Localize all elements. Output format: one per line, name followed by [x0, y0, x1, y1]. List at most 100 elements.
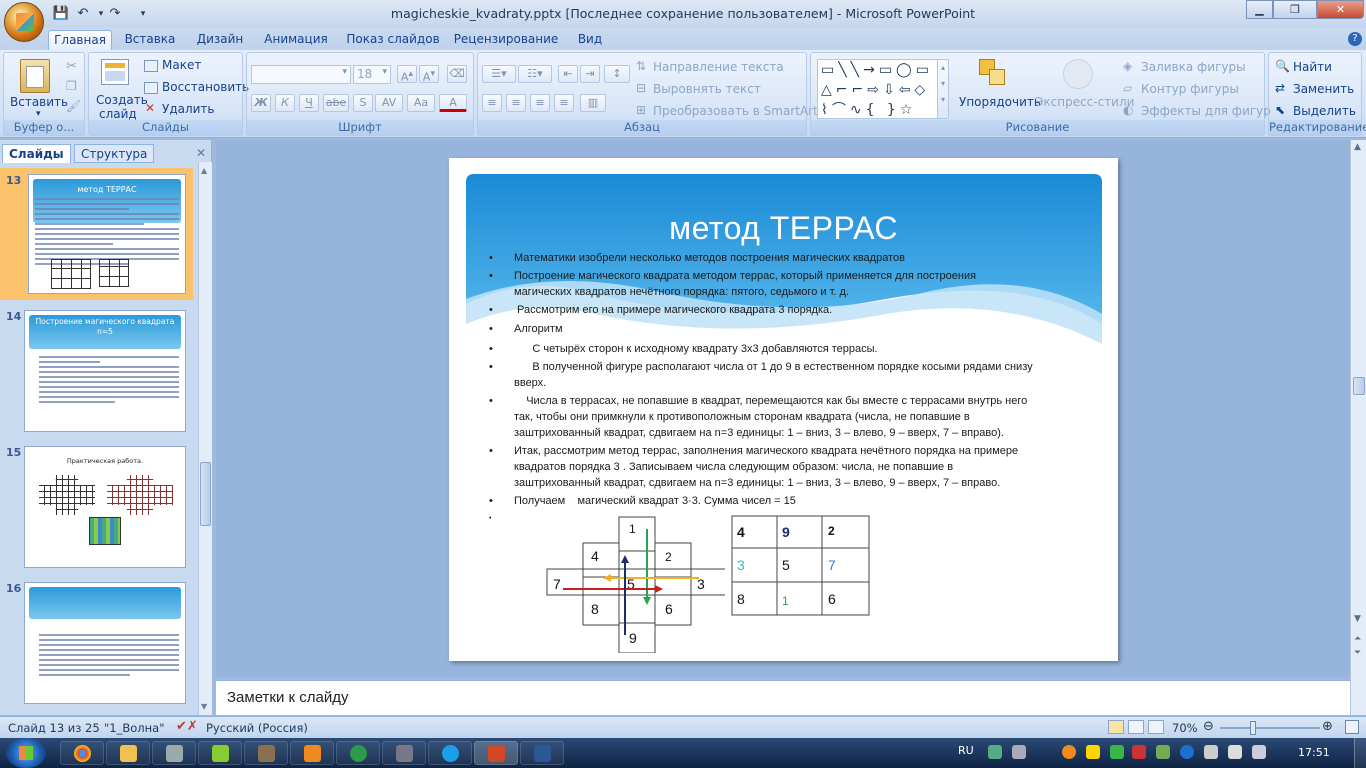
- next-slide-icon[interactable]: ⏷: [1354, 648, 1361, 658]
- tab-design[interactable]: Дизайн: [190, 30, 250, 50]
- char-spacing-button[interactable]: AV: [375, 94, 403, 112]
- app-icon-4[interactable]: [198, 741, 242, 765]
- zoom-in-icon[interactable]: ⊕: [1322, 719, 1333, 734]
- layout-button[interactable]: Макет: [162, 58, 201, 72]
- reset-button[interactable]: Восстановить: [162, 80, 249, 94]
- select-button[interactable]: Выделить: [1293, 104, 1356, 118]
- smartart-button[interactable]: Преобразовать в SmartArt: [653, 104, 818, 118]
- skype-icon[interactable]: [428, 741, 472, 765]
- format-painter-icon[interactable]: 🖌: [66, 99, 81, 113]
- tray-icon-2[interactable]: [1012, 745, 1026, 759]
- prev-slide-icon[interactable]: ⏶: [1354, 634, 1361, 644]
- notes-pane[interactable]: Заметки к слайду: [216, 680, 1350, 715]
- tab-review[interactable]: Рецензирование: [452, 30, 560, 50]
- bullets-icon[interactable]: ☰▾: [482, 65, 516, 83]
- powerpoint-taskbar-icon[interactable]: [474, 741, 518, 765]
- zoom-out-icon[interactable]: ⊖: [1203, 719, 1214, 734]
- shapes-gallery[interactable]: ▭╲╲→▭◯▭ △⌐⌐⇨⇩⇦◇ ⌇⌒∿{ }☆: [817, 59, 945, 119]
- shadow-button[interactable]: S: [353, 94, 373, 112]
- decrease-indent-icon[interactable]: ⇤: [558, 65, 578, 83]
- tray-icon-4[interactable]: [1086, 745, 1100, 759]
- font-name-combo[interactable]: ▾: [251, 65, 351, 84]
- new-slide-label-2[interactable]: слайд: [99, 107, 137, 121]
- slideshow-icon[interactable]: [1148, 720, 1164, 734]
- tab-animation[interactable]: Анимация: [258, 30, 334, 50]
- tab-slides[interactable]: Слайды: [2, 144, 71, 163]
- start-button[interactable]: [6, 738, 46, 768]
- help-icon[interactable]: ?: [1348, 32, 1362, 46]
- grow-font-icon[interactable]: A▴: [397, 65, 417, 84]
- clear-format-icon[interactable]: ⌫: [447, 65, 467, 83]
- app-icon-5[interactable]: [244, 741, 288, 765]
- italic-button[interactable]: К: [275, 94, 295, 112]
- align-left-icon[interactable]: ≡: [482, 94, 502, 112]
- new-slide-icon[interactable]: [101, 59, 129, 85]
- fit-slide-icon[interactable]: [1345, 720, 1359, 734]
- delete-button[interactable]: Удалить: [162, 102, 215, 116]
- office-button[interactable]: [4, 2, 44, 42]
- font-color-button[interactable]: A: [439, 94, 467, 112]
- find-button[interactable]: Найти: [1293, 60, 1332, 74]
- slide-canvas[interactable]: метод ТЕРРАС • Математики изобрели нескол…: [449, 158, 1118, 661]
- terrace-diagram[interactable]: 1 4 2 7 5 3 8 6 9: [545, 515, 725, 653]
- restore-button[interactable]: ❐: [1273, 0, 1317, 19]
- replace-button[interactable]: Заменить: [1293, 82, 1354, 96]
- close-pane-icon[interactable]: ✕: [196, 146, 206, 160]
- shape-effects-button[interactable]: Эффекты для фигур: [1141, 104, 1271, 118]
- tray-icon-5[interactable]: [1110, 745, 1124, 759]
- strikethrough-button[interactable]: abe: [323, 94, 349, 112]
- font-size-combo[interactable]: 18 ▾: [353, 65, 391, 84]
- tray-icon-9[interactable]: [1204, 745, 1218, 759]
- paste-icon[interactable]: [20, 59, 50, 93]
- normal-view-icon[interactable]: [1108, 720, 1124, 734]
- editor-scrollbar[interactable]: ▲ ▼ ⏶ ⏷: [1350, 140, 1366, 715]
- show-desktop-button[interactable]: [1354, 738, 1366, 768]
- shapes-more-icon[interactable]: ▴ ▾ ▾: [937, 59, 949, 119]
- copy-icon[interactable]: ❐: [66, 79, 77, 93]
- align-text-button[interactable]: Выровнять текст: [653, 82, 761, 96]
- magic-square[interactable]: 4 9 2 3 5 7 8 1 6: [731, 515, 871, 617]
- tab-outline[interactable]: Структура: [74, 144, 155, 163]
- bold-button[interactable]: Ж: [251, 94, 271, 112]
- scrollbar-thumb[interactable]: [200, 462, 211, 526]
- tray-icon-1[interactable]: [988, 745, 1002, 759]
- tray-icon-3[interactable]: [1062, 745, 1076, 759]
- input-language[interactable]: RU: [958, 744, 974, 757]
- arrange-icon[interactable]: [979, 59, 1005, 87]
- explorer-icon[interactable]: [106, 741, 150, 765]
- tab-slideshow[interactable]: Показ слайдов: [344, 30, 442, 50]
- justify-icon[interactable]: ≡: [554, 94, 574, 112]
- line-spacing-icon[interactable]: ↕: [604, 65, 630, 83]
- tab-home[interactable]: Главная: [48, 30, 112, 50]
- tab-insert[interactable]: Вставка: [118, 30, 182, 50]
- zoom-level[interactable]: 70%: [1172, 721, 1198, 735]
- quick-styles-button[interactable]: Экспресс-стили: [1035, 95, 1134, 109]
- odnoklassniki-icon[interactable]: [290, 741, 334, 765]
- editor-scrollbar-thumb[interactable]: [1353, 377, 1365, 395]
- app-icon-3[interactable]: [152, 741, 196, 765]
- columns-icon[interactable]: ▥: [580, 94, 606, 112]
- slides-pane-scrollbar[interactable]: ▲ ▼: [198, 162, 212, 715]
- increase-indent-icon[interactable]: ⇥: [580, 65, 600, 83]
- app-icon-7[interactable]: [336, 741, 380, 765]
- app-icon-8[interactable]: [382, 741, 426, 765]
- numbering-icon[interactable]: ☷▾: [518, 65, 552, 83]
- shrink-font-icon[interactable]: A▾: [419, 65, 439, 84]
- zoom-slider[interactable]: [1220, 727, 1320, 729]
- arrange-button[interactable]: Упорядочить: [959, 95, 1041, 109]
- minimize-button[interactable]: ▁: [1246, 0, 1273, 19]
- slide-sorter-icon[interactable]: [1128, 720, 1144, 734]
- cut-icon[interactable]: ✂: [66, 59, 77, 74]
- align-right-icon[interactable]: ≡: [530, 94, 550, 112]
- shape-fill-button[interactable]: Заливка фигуры: [1141, 60, 1246, 74]
- quick-styles-icon[interactable]: [1063, 59, 1093, 89]
- underline-button[interactable]: Ч: [299, 94, 319, 112]
- zoom-slider-thumb[interactable]: [1250, 721, 1256, 735]
- text-direction-button[interactable]: Направление текста: [653, 60, 784, 74]
- shape-outline-button[interactable]: Контур фигуры: [1141, 82, 1239, 96]
- spellcheck-icon[interactable]: ✔✗: [176, 719, 198, 734]
- new-slide-label-1[interactable]: Создать: [96, 93, 148, 107]
- tray-icon-6[interactable]: [1132, 745, 1146, 759]
- close-button[interactable]: ✕: [1317, 0, 1364, 19]
- tray-icon-8[interactable]: [1180, 745, 1194, 759]
